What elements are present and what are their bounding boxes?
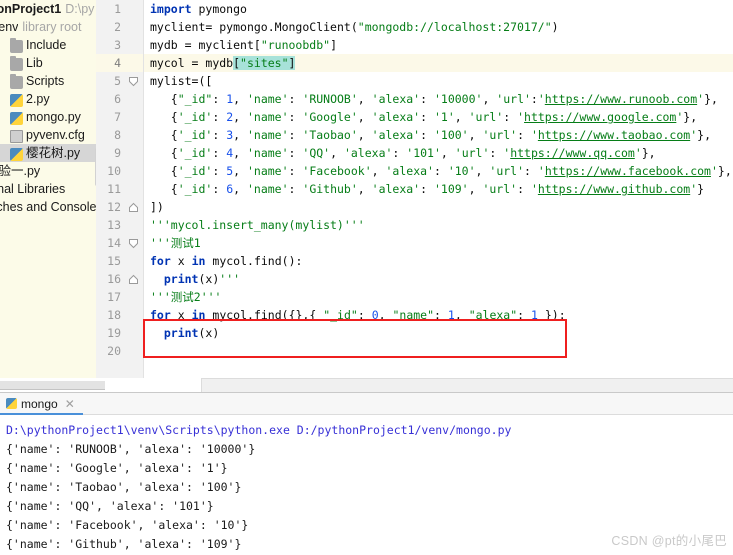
console-output-line: {'name': 'Google', 'alexa': '1'} [6,461,228,475]
tree-item-pyvenv-cfg[interactable]: pyvenv.cfg [0,126,96,144]
code-line[interactable]: {'_id': 2, 'name': 'Google', 'alexa': '1… [144,108,733,126]
tree-item-label: ernal Libraries [0,182,66,196]
gutter-line-number[interactable]: 16 [96,270,143,288]
code-line[interactable] [144,342,733,360]
tree-item-include[interactable]: Include [0,36,96,54]
code-line[interactable]: {'_id': 5, 'name': 'Facebook', 'alexa': … [144,162,733,180]
project-tree-panel[interactable]: honProject1 D:\py venv library root Incl… [0,0,96,378]
gutter-line-number[interactable]: 10 [96,162,143,180]
pycharm-ide-window: honProject1 D:\py venv library root Incl… [0,0,733,555]
fold-end-icon[interactable] [128,202,139,213]
code-line[interactable]: import pymongo [144,0,733,18]
code-line[interactable]: {'_id': 3, 'name': 'Taobao', 'alexa': '1… [144,126,733,144]
gutter-line-number[interactable]: 18 [96,306,143,324]
python-file-icon [6,398,17,409]
gutter-line-number[interactable]: 2 [96,18,143,36]
gutter-line-number[interactable]: 17 [96,288,143,306]
gutter-line-number[interactable]: 13 [96,216,143,234]
project-root-path: D:\py [65,2,95,16]
gutter-line-number[interactable]: 19 [96,324,143,342]
gutter-line-number[interactable]: 1 [96,0,143,18]
python-file-icon [10,147,23,161]
tree-item-venv[interactable]: venv library root [0,18,96,36]
code-line[interactable]: {'_id': 4, 'name': 'QQ', 'alexa': '101',… [144,144,733,162]
code-line[interactable]: print(x)''' [144,270,733,288]
tree-item-label: Include [26,38,67,52]
folder-icon [10,73,23,89]
fold-collapse-icon[interactable] [128,76,139,87]
gutter-line-number[interactable]: 12 [96,198,143,216]
tree-item-experiment-py[interactable]: 实验一.py [0,162,96,180]
run-tab-mongo[interactable]: mongo ✕ [0,394,83,415]
folder-icon [10,37,23,53]
tree-item-label: pyvenv.cfg [26,128,85,142]
gutter-line-number[interactable]: 20 [96,342,143,360]
code-line[interactable]: for x in mycol.find(): [144,252,733,270]
splitter-right-block [201,378,733,392]
gutter-line-number[interactable]: 7 [96,108,143,126]
tree-item-2-py[interactable]: 2.py [0,90,96,108]
code-line[interactable]: '''测试1 [144,234,733,252]
watermark-text: CSDN @pt的小尾巴 [611,534,727,548]
text-selection: ["sites"] [233,56,296,70]
code-line[interactable]: '''测试2''' [144,288,733,306]
gutter-line-number[interactable]: 14 [96,234,143,252]
tree-item-label: 实验一.py [0,164,41,178]
config-file-icon [10,129,23,143]
code-line[interactable]: '''mycol.insert_many(mylist)''' [144,216,733,234]
code-line[interactable]: mycol = mydb["sites"] [144,54,733,72]
tree-item-sakura-py[interactable]: 樱花树.py [0,144,96,162]
tree-item-scratches-and-consoles[interactable]: atches and Console [0,198,96,216]
console-output-line: {'name': 'Taobao', 'alexa': '100'} [6,480,242,494]
tree-item-lib[interactable]: Lib [0,54,96,72]
project-root-label: honProject1 [0,2,62,16]
gutter-line-number[interactable]: 6 [96,90,143,108]
fold-collapse-icon[interactable] [128,238,139,249]
code-line[interactable]: {"_id": 1, 'name': 'RUNOOB', 'alexa': '1… [144,90,733,108]
code-line[interactable]: myclient= pymongo.MongoClient("mongodb:/… [144,18,733,36]
tree-item-scripts[interactable]: Scripts [0,72,96,90]
venv-hint: library root [22,20,82,34]
close-icon[interactable]: ✕ [65,397,75,411]
tree-item-label: Lib [26,56,43,70]
tree-item-external-libraries[interactable]: ernal Libraries [0,180,96,198]
splitter-left-block [0,381,105,390]
gutter-line-number[interactable]: 9 [96,144,143,162]
console-output-line: {'name': 'RUNOOB', 'alexa': '10000'} [6,442,256,456]
run-tool-window: mongo ✕ D:\pythonProject1\venv\Scripts\p… [0,392,733,555]
code-line[interactable]: mylist=([ [144,72,733,90]
folder-icon [10,55,23,71]
console-command-line: D:\pythonProject1\venv\Scripts\python.ex… [6,423,512,437]
code-editor[interactable]: import pymongo myclient= pymongo.MongoCli… [144,0,733,378]
code-line[interactable]: ]) [144,198,733,216]
code-line[interactable]: mydb = myclient["runoobdb"] [144,36,733,54]
console-output-line: {'name': 'QQ', 'alexa': '101'} [6,499,214,513]
tree-item-label: 2.py [26,92,50,106]
fold-end-icon[interactable] [128,274,139,285]
gutter-line-number[interactable]: 5 [96,72,143,90]
editor-gutter[interactable]: 1 2 3 4 5 6 7 8 9 10 11 12 13 14 15 16 17 18 19 20 [96,0,144,378]
gutter-line-number[interactable]: 3 [96,36,143,54]
gutter-line-number[interactable]: 15 [96,252,143,270]
gutter-line-number[interactable]: 8 [96,126,143,144]
gutter-line-number[interactable]: 11 [96,180,143,198]
tree-item-label: Scripts [26,74,65,88]
tree-item-label: atches and Console [0,200,96,214]
python-file-icon [10,111,23,125]
tree-item-label: 樱花树.py [26,146,81,160]
code-line[interactable]: {'_id': 6, 'name': 'Github', 'alexa': '1… [144,180,733,198]
tree-item-mongo-py[interactable]: mongo.py [0,108,96,126]
tree-item-label: mongo.py [26,110,81,124]
run-tab-label: mongo [21,396,58,411]
panel-splitter[interactable] [0,378,733,392]
tree-item-project-root[interactable]: honProject1 D:\py [0,0,96,18]
gutter-line-number[interactable]: 4 [96,54,143,72]
run-tab-bar[interactable]: mongo ✕ [0,393,733,415]
code-line[interactable]: for x in mycol.find({},{ "_id": 0, "name… [144,306,733,324]
splitter-mid-block [105,378,201,392]
venv-label: venv [0,20,19,34]
code-line[interactable]: print(x) [144,324,733,342]
python-file-icon [10,93,23,107]
